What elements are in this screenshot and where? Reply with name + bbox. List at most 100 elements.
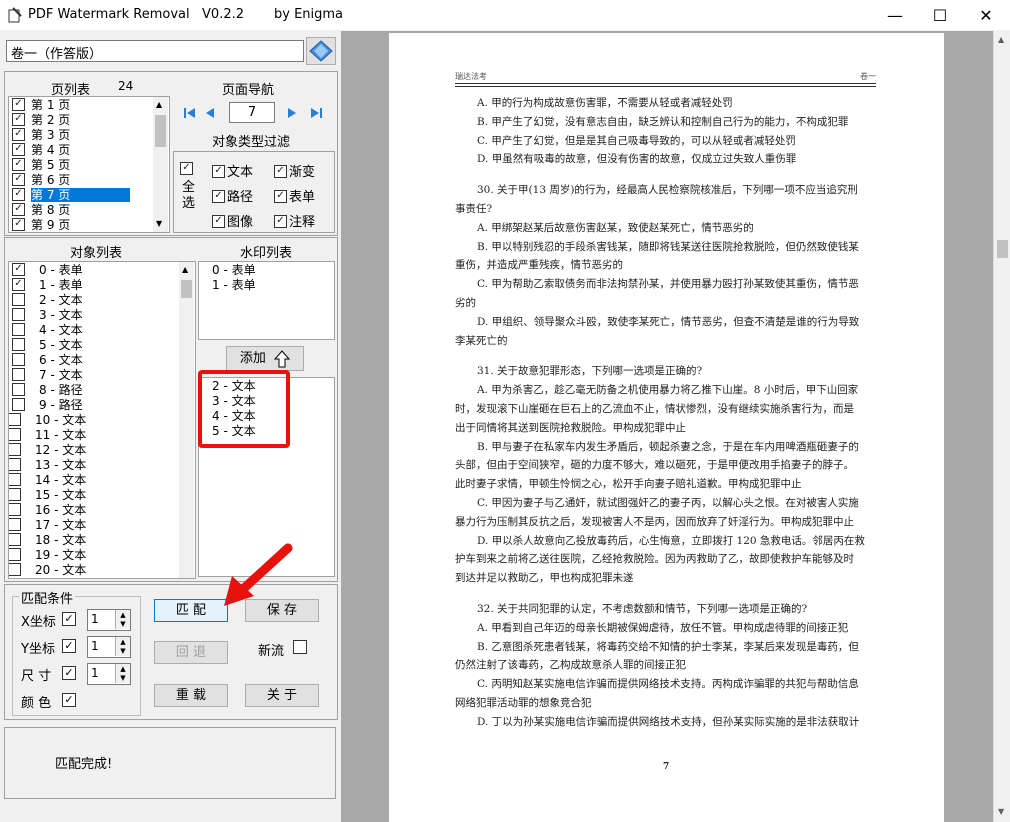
match-condition-checkbox[interactable]: ✓	[62, 666, 76, 680]
minimize-button[interactable]: —	[872, 0, 918, 30]
type-filter-item[interactable]: ✓ 注释	[274, 211, 315, 230]
object-checkbox[interactable]	[12, 308, 25, 321]
page-list-item[interactable]: ✓ 第 4 页	[12, 143, 154, 158]
type-filter-checkbox[interactable]: ✓	[274, 215, 287, 228]
page-list-item[interactable]: ✓ 第 3 页	[12, 128, 154, 143]
maximize-button[interactable]: ☐	[917, 0, 963, 30]
object-list-item[interactable]: 11 - 文本	[9, 428, 180, 443]
page-checkbox[interactable]: ✓	[12, 98, 25, 111]
page-number-input[interactable]: 7	[229, 102, 275, 123]
stepper-up-icon[interactable]: ▲	[115, 664, 130, 674]
page-checkbox[interactable]: ✓	[12, 218, 25, 231]
type-filter-checkbox[interactable]: ✓	[212, 190, 225, 203]
object-list-item[interactable]: 6 - 文本	[12, 353, 180, 368]
page-list-item[interactable]: ✓ 第 7 页	[12, 188, 154, 203]
page-checkbox[interactable]: ✓	[12, 158, 25, 171]
object-list[interactable]: ✓ 0 - 表单 ✓ 1 - 表单 2 - 文本 3 - 文本 4 - 文本 5 - 文本 6 …	[8, 261, 196, 579]
object-checkbox[interactable]	[9, 443, 21, 456]
match-button[interactable]: 匹 配	[154, 599, 228, 622]
object-checkbox[interactable]	[9, 458, 21, 471]
page-checkbox[interactable]: ✓	[12, 188, 25, 201]
type-filter-item[interactable]: ✓ 路径	[212, 186, 253, 205]
object-checkbox[interactable]	[12, 368, 25, 381]
page-list-item[interactable]: ✓ 第 8 页	[12, 203, 154, 218]
match-condition-checkbox[interactable]: ✓	[62, 612, 76, 626]
undo-button[interactable]: 回 退	[154, 641, 228, 664]
object-checkbox[interactable]	[12, 293, 25, 306]
page-list-item[interactable]: ✓ 第 9 页	[12, 218, 154, 232]
save-button[interactable]: 保 存	[245, 599, 319, 622]
watermark-list-item[interactable]: 1 - 表单	[212, 278, 256, 293]
page-checkbox[interactable]: ✓	[12, 128, 25, 141]
scroll-thumb[interactable]	[997, 240, 1008, 258]
object-checkbox[interactable]	[9, 503, 21, 516]
scroll-up-icon[interactable]: ▲	[156, 100, 162, 109]
object-list-item[interactable]: 17 - 文本	[9, 518, 180, 533]
object-checkbox[interactable]	[9, 533, 21, 546]
scroll-up-icon[interactable]: ▲	[182, 265, 188, 274]
page-checkbox[interactable]: ✓	[12, 143, 25, 156]
object-checkbox[interactable]	[9, 488, 21, 501]
object-list-item[interactable]: 2 - 文本	[12, 293, 180, 308]
page-checkbox[interactable]: ✓	[12, 113, 25, 126]
type-filter-checkbox[interactable]: ✓	[274, 165, 287, 178]
object-checkbox[interactable]	[9, 518, 21, 531]
page-checkbox[interactable]: ✓	[12, 173, 25, 186]
object-checkbox[interactable]	[12, 383, 25, 396]
page-list[interactable]: ✓ 第 1 页 ✓ 第 2 页 ✓ 第 3 页 ✓ 第 4 页 ✓ 第 5 页 ✓ 第 6 页 ✓ 第 7…	[8, 96, 170, 233]
last-page-button[interactable]	[306, 104, 326, 122]
type-filter-item[interactable]: ✓ 文本	[212, 161, 253, 180]
file-field[interactable]: 卷一（作答版）	[6, 40, 304, 62]
object-checkbox[interactable]	[12, 398, 25, 411]
page-checkbox[interactable]: ✓	[12, 203, 25, 216]
object-list-item[interactable]: 10 - 文本	[9, 413, 180, 428]
prev-page-button[interactable]	[200, 104, 220, 122]
first-page-button[interactable]	[180, 104, 200, 122]
object-list-item[interactable]: 20 - 文本	[9, 563, 180, 578]
object-checkbox[interactable]	[12, 323, 25, 336]
object-checkbox[interactable]	[9, 473, 21, 486]
object-list-item[interactable]: 14 - 文本	[9, 473, 180, 488]
watermark-list-item[interactable]: 0 - 表单	[212, 263, 256, 278]
viewer-scrollbar[interactable]: ▲ ▼	[993, 31, 1010, 822]
object-checkbox[interactable]	[9, 548, 21, 561]
object-list-item[interactable]: 18 - 文本	[9, 533, 180, 548]
page-list-item[interactable]: ✓ 第 5 页	[12, 158, 154, 173]
page-list-item[interactable]: ✓ 第 6 页	[12, 173, 154, 188]
object-list-item[interactable]: ✓ 0 - 表单	[12, 263, 180, 278]
object-checkbox[interactable]	[9, 428, 21, 441]
stepper-down-icon[interactable]: ▼	[115, 674, 130, 683]
object-list-item[interactable]: 3 - 文本	[12, 308, 180, 323]
type-filter-item[interactable]: ✓ 渐变	[274, 161, 315, 180]
match-condition-stepper[interactable]: 1 ▲ ▼	[87, 609, 131, 631]
select-all-checkbox[interactable]: ✓	[180, 162, 194, 176]
object-list-scrollbar[interactable]: ▲	[179, 262, 194, 578]
about-button[interactable]: 关 于	[245, 684, 319, 707]
object-checkbox[interactable]	[12, 353, 25, 366]
object-checkbox[interactable]: ✓	[12, 278, 25, 291]
match-condition-checkbox[interactable]: ✓	[62, 639, 76, 653]
object-checkbox[interactable]: ✓	[12, 263, 25, 276]
scroll-down-icon[interactable]: ▼	[156, 219, 162, 228]
page-list-item[interactable]: ✓ 第 2 页	[12, 113, 154, 128]
add-button[interactable]: 添加	[226, 346, 304, 371]
page-list-item[interactable]: ✓ 第 1 页	[12, 98, 154, 113]
object-list-item[interactable]: 19 - 文本	[9, 548, 180, 563]
new-stream-checkbox[interactable]	[293, 640, 307, 654]
next-page-button[interactable]	[282, 104, 302, 122]
object-list-item[interactable]: 5 - 文本	[12, 338, 180, 353]
match-condition-stepper[interactable]: 1 ▲ ▼	[87, 636, 131, 658]
match-condition-stepper[interactable]: 1 ▲ ▼	[87, 663, 131, 685]
object-list-item[interactable]: 15 - 文本	[9, 488, 180, 503]
object-list-item[interactable]: 13 - 文本	[9, 458, 180, 473]
object-list-item[interactable]: 7 - 文本	[12, 368, 180, 383]
stepper-up-icon[interactable]: ▲	[115, 637, 130, 647]
object-list-item[interactable]: 4 - 文本	[12, 323, 180, 338]
scroll-down-icon[interactable]: ▼	[998, 807, 1004, 816]
object-checkbox[interactable]	[9, 413, 21, 426]
scroll-thumb[interactable]	[181, 280, 192, 298]
close-button[interactable]: ✕	[963, 0, 1009, 30]
object-list-item[interactable]: 16 - 文本	[9, 503, 180, 518]
object-list-item[interactable]: 9 - 路径	[12, 398, 180, 413]
watermark-list[interactable]: 0 - 表单 1 - 表单	[198, 261, 335, 340]
